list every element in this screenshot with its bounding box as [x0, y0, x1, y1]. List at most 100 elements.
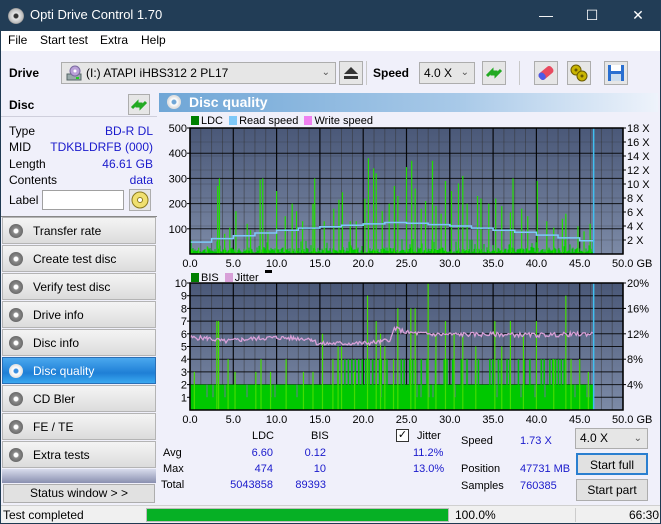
- extra-tests-icon: [9, 448, 23, 462]
- refresh-button[interactable]: [482, 61, 506, 85]
- close-button[interactable]: ✕: [615, 0, 661, 31]
- eject-button[interactable]: [339, 61, 363, 85]
- eraser-icon: [538, 66, 554, 80]
- drive-info-icon: [9, 308, 23, 322]
- status-text: Test completed: [3, 508, 84, 522]
- start-part-button[interactable]: Start part: [576, 479, 648, 501]
- nav-fe-te[interactable]: FE / TE: [2, 413, 156, 440]
- title-bar: Opti Drive Control 1.70 — ☐ ✕: [0, 0, 661, 31]
- progress-fill: [147, 509, 448, 521]
- nav-disc-quality[interactable]: Disc quality: [2, 357, 156, 384]
- max-bis: 10: [313, 463, 326, 475]
- menu-start-test[interactable]: Start test: [40, 33, 88, 47]
- menu-file[interactable]: File: [8, 33, 27, 47]
- refresh-icon: [130, 99, 148, 111]
- disc-quality-icon: [9, 364, 23, 378]
- avg-jitter: 11.2%: [413, 447, 444, 459]
- progress-bar: [146, 508, 449, 522]
- ldc-swatch: [191, 116, 199, 125]
- total-bis: 89393: [295, 479, 326, 491]
- max-jitter: 13.0%: [413, 463, 445, 475]
- drive-label: Drive: [9, 66, 40, 80]
- position-value: 47731 MB: [520, 463, 571, 475]
- drive-value: (I:) ATAPI iHBS312 2 PL17: [86, 66, 229, 80]
- speed-label: Speed: [373, 66, 410, 80]
- disc-info-icon: [9, 336, 23, 350]
- window-title: Opti Drive Control 1.70: [30, 7, 163, 22]
- legend-write-speed: Write speed: [314, 115, 373, 127]
- nav-verify-test-disc[interactable]: Verify test disc: [2, 273, 156, 300]
- menu-extra[interactable]: Extra: [100, 33, 128, 47]
- nav-label: Disc info: [33, 336, 80, 350]
- save-button[interactable]: [604, 61, 628, 85]
- speed-stat-label: Speed: [461, 435, 493, 447]
- nav-spacer: [2, 469, 156, 483]
- nav-extra-tests[interactable]: Extra tests: [2, 441, 156, 468]
- max-ldc: 474: [254, 463, 273, 475]
- col-ldc: LDC: [252, 430, 275, 442]
- legend-read-speed: Read speed: [239, 115, 299, 127]
- app-icon: [8, 8, 24, 24]
- jitter-checkbox[interactable]: ✓: [396, 429, 409, 442]
- progress-text: 100.0%: [455, 508, 496, 522]
- toolbar: Drive (I:) ATAPI iHBS312 2 PL17 ⌄ Speed …: [1, 51, 660, 91]
- length-value: 46.61 GB: [102, 157, 153, 171]
- refresh-icon: [485, 67, 503, 79]
- avg-ldc: 6.60: [251, 447, 273, 459]
- mid-label: MID: [9, 140, 31, 154]
- status-window-button[interactable]: Status window > >: [3, 484, 155, 503]
- menu-help[interactable]: Help: [141, 33, 166, 47]
- speed-select[interactable]: 4.0 X ⌄: [419, 62, 475, 84]
- avg-bis: 0.12: [304, 447, 326, 459]
- length-label: Length: [9, 157, 46, 171]
- nav-label: CD Bler: [33, 392, 76, 406]
- mid-value: TDKBLDRFB (000): [50, 140, 153, 154]
- avg-label: Avg: [163, 447, 182, 459]
- verify-disc-icon: [9, 280, 23, 294]
- samples-value: 760385: [520, 480, 557, 492]
- contents-value: data: [129, 173, 153, 187]
- label-disc-button[interactable]: [129, 189, 151, 211]
- save-icon: [608, 65, 624, 81]
- nav-disc-info[interactable]: Disc info: [2, 329, 156, 356]
- toolbar-divider: [366, 61, 367, 85]
- samples-label: Samples: [461, 480, 504, 492]
- nav-label: Disc quality: [33, 364, 95, 378]
- create-disc-icon: [9, 252, 23, 266]
- type-value: BD-R DL: [104, 124, 153, 138]
- legend-bis: BIS: [201, 272, 219, 284]
- disc-length-row: Length 46.61 GB: [9, 157, 153, 173]
- nav-transfer-rate[interactable]: Transfer rate: [2, 217, 156, 244]
- position-label: Position: [461, 463, 501, 475]
- test-speed-select[interactable]: 4.0 X ⌄: [575, 428, 648, 449]
- toolbar-divider: [519, 61, 520, 85]
- test-speed-value: 4.0 X: [580, 431, 609, 445]
- settings-button[interactable]: [567, 61, 591, 85]
- max-label: Max: [163, 463, 184, 475]
- nav-drive-info[interactable]: Drive info: [2, 301, 156, 328]
- write-speed-swatch: [304, 116, 313, 125]
- label-input[interactable]: [42, 190, 124, 210]
- resize-grip-icon[interactable]: ⋰: [650, 513, 658, 522]
- nav-cd-bler[interactable]: CD Bler: [2, 385, 156, 412]
- nav-label: Transfer rate: [33, 224, 102, 238]
- minimize-button[interactable]: —: [523, 0, 569, 31]
- total-label: Total: [161, 479, 185, 491]
- nav-label: Extra tests: [33, 448, 90, 462]
- speed-stat-value: 1.73 X: [520, 435, 552, 447]
- legend-jitter: Jitter: [234, 272, 259, 284]
- nav-label: Verify test disc: [33, 280, 111, 294]
- maximize-button[interactable]: ☐: [569, 0, 615, 31]
- drive-icon: [66, 65, 82, 81]
- cd-bler-icon: [9, 392, 23, 406]
- col-bis: BIS: [311, 430, 329, 442]
- menu-bar: File Start test Extra Help: [1, 31, 660, 51]
- drive-select[interactable]: (I:) ATAPI iHBS312 2 PL17 ⌄: [61, 62, 336, 84]
- contents-label: Contents: [9, 173, 58, 187]
- disc-refresh-button[interactable]: [128, 94, 150, 115]
- nav-create-test-disc[interactable]: Create test disc: [2, 245, 156, 272]
- disc-quality-icon: [167, 95, 181, 109]
- erase-button[interactable]: [534, 61, 558, 85]
- settings-icon: [570, 64, 588, 82]
- start-full-button[interactable]: Start full: [576, 453, 648, 475]
